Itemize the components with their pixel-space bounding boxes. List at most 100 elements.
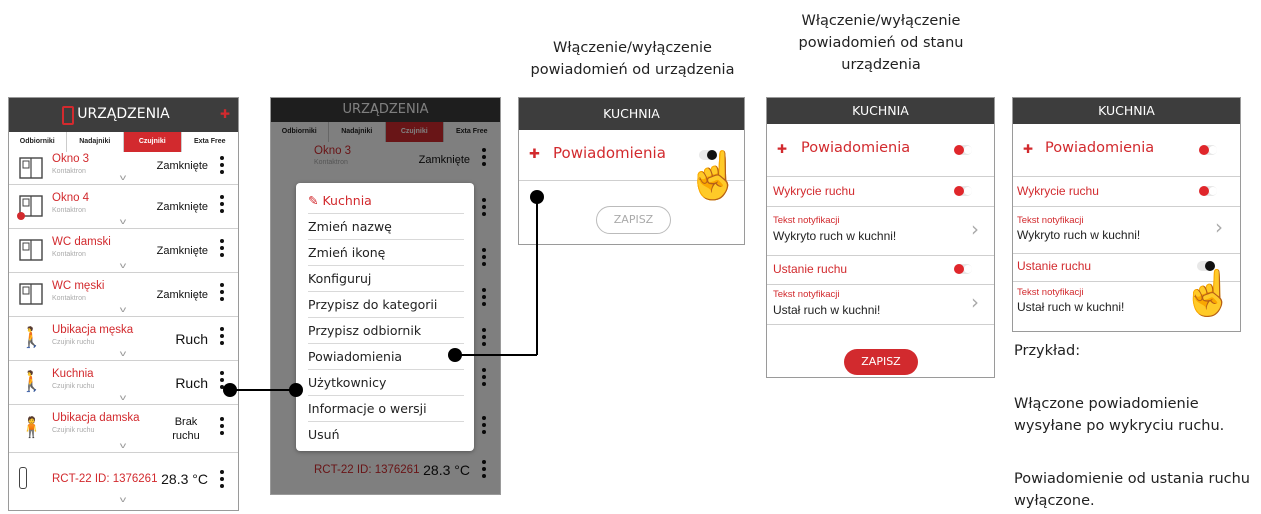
menu-item-version-info[interactable]: Informacje o wersji xyxy=(308,396,464,422)
motion-stopped-toggle[interactable] xyxy=(954,264,972,274)
tab-sensors[interactable]: Czujniki xyxy=(124,132,182,152)
menu-item-configure[interactable]: Konfiguruj xyxy=(308,266,464,292)
motion-text-row[interactable]: Tekst notyfikacji Wykryto ruch w kuchni!… xyxy=(1013,207,1240,254)
more-icon[interactable] xyxy=(220,195,224,216)
device-type: Kontaktron xyxy=(52,207,86,214)
device-state: Brak ruchu xyxy=(172,416,200,442)
notifications-row[interactable]: ✚ Powiadomienia xyxy=(767,124,994,177)
shield-icon: ✚ xyxy=(777,142,788,156)
device-state: Zamknięte xyxy=(156,245,208,257)
more-icon[interactable] xyxy=(220,470,224,491)
context-menu: ✎ Kuchnia Zmień nazwę Zmień ikonę Konfigu… xyxy=(296,183,474,451)
more-icon[interactable] xyxy=(220,156,224,177)
notifications-label: Powiadomienia xyxy=(553,144,666,162)
device-state: Ruch xyxy=(175,375,208,391)
menu-header: ✎ Kuchnia xyxy=(308,188,464,214)
menu-item-delete[interactable]: Usuń xyxy=(308,422,464,447)
chevron-right-icon[interactable]: › xyxy=(971,217,979,241)
list-item[interactable]: 🚶 Kuchnia Czujnik ruchu Ruch v xyxy=(9,361,238,405)
notification-text-label: Tekst notyfikacji xyxy=(1017,287,1084,298)
hand-pointer-icon: ☝ xyxy=(684,149,743,201)
connector-line xyxy=(536,197,538,355)
more-icon[interactable] xyxy=(220,283,224,304)
list-item[interactable]: 🧍 Ubikacja damska Czujnik ruchu Brak ruc… xyxy=(9,405,238,453)
device-state: Zamknięte xyxy=(156,160,208,172)
notifications-label: Powiadomienia xyxy=(1045,140,1155,156)
notification-text-label: Tekst notyfikacji xyxy=(773,215,840,226)
save-button[interactable]: ZAPISZ xyxy=(844,349,918,375)
notifications-toggle[interactable] xyxy=(1199,145,1217,155)
example-text-2: Powiadomienie od ustania ruchu wyłączone… xyxy=(1014,471,1250,509)
page-title: KUCHNIA xyxy=(852,103,909,118)
list-item[interactable]: Okno 3 Kontaktron Zamknięte v xyxy=(9,152,238,185)
notifications-screen-state: KUCHNIA ✚ Powiadomienia Wykrycie ruchu T… xyxy=(766,97,995,378)
shield-icon[interactable]: ✚ xyxy=(220,107,230,121)
device-state: Ruch xyxy=(175,331,208,347)
motion-stopped-row[interactable]: Ustanie ruchu xyxy=(767,255,994,285)
list-item[interactable]: RCT-22 ID: 1376261 28.3 °C v xyxy=(9,453,238,510)
notification-text-value: Wykryto ruch w kuchni! xyxy=(773,229,897,243)
motion-stopped-label: Ustanie ruchu xyxy=(1017,259,1092,273)
device-name: RCT-22 ID: 1376261 xyxy=(52,473,158,485)
chevron-right-icon[interactable]: › xyxy=(971,290,979,314)
menu-item-rename[interactable]: Zmień nazwę xyxy=(308,214,464,240)
page-title: KUCHNIA xyxy=(1098,103,1155,118)
device-name: Ubikacja damska xyxy=(52,412,140,424)
app-header: KUCHNIA xyxy=(1013,98,1240,124)
window-icon xyxy=(19,239,43,261)
app-header: KUCHNIA xyxy=(519,98,744,130)
menu-item-change-icon[interactable]: Zmień ikonę xyxy=(308,240,464,266)
chevron-down-icon[interactable]: v xyxy=(120,217,126,226)
notifications-label: Powiadomienia xyxy=(801,140,911,156)
list-item[interactable]: WC damski Kontaktron Zamknięte v xyxy=(9,229,238,273)
connector-dot xyxy=(448,348,462,362)
pencil-icon: ✎ xyxy=(308,193,319,208)
devices-screen: URZĄDZENIA ✚ Odbiorniki Nadajniki Czujni… xyxy=(8,97,239,511)
notifications-row[interactable]: ✚ Powiadomienia xyxy=(1013,124,1240,177)
chevron-down-icon[interactable]: v xyxy=(120,173,126,182)
stop-text-row[interactable]: Tekst notyfikacji Ustał ruch w kuchni! › xyxy=(767,284,994,325)
tab-exta-free[interactable]: Exta Free xyxy=(182,132,239,152)
tab-receivers[interactable]: Odbiorniki xyxy=(9,132,67,152)
chevron-down-icon[interactable]: v xyxy=(120,495,126,504)
motion-detected-row[interactable]: Wykrycie ruchu xyxy=(767,176,994,207)
more-icon[interactable] xyxy=(220,239,224,260)
save-button[interactable]: ZAPISZ xyxy=(596,206,671,234)
motion-detected-label: Wykrycie ruchu xyxy=(1017,184,1099,198)
chevron-right-icon[interactable]: › xyxy=(1215,215,1223,239)
standing-person-icon: 🧍 xyxy=(19,417,44,439)
window-icon xyxy=(19,283,43,305)
motion-detected-toggle[interactable] xyxy=(1199,186,1217,196)
motion-detected-row[interactable]: Wykrycie ruchu xyxy=(1013,176,1240,207)
motion-text-row[interactable]: Tekst notyfikacji Wykryto ruch w kuchni!… xyxy=(767,207,994,256)
more-icon[interactable] xyxy=(220,417,224,438)
motion-detected-toggle[interactable] xyxy=(954,186,972,196)
notification-text-value: Ustał ruch w kuchni! xyxy=(773,303,881,317)
tab-bar: Odbiorniki Nadajniki Czujniki Exta Free xyxy=(9,132,238,153)
menu-item-users[interactable]: Użytkownicy xyxy=(308,370,464,396)
chevron-down-icon[interactable]: v xyxy=(120,261,126,270)
chevron-down-icon[interactable]: v xyxy=(120,305,126,314)
more-icon[interactable] xyxy=(220,327,224,348)
notifications-toggle[interactable] xyxy=(954,145,972,155)
walking-person-icon: 🚶 xyxy=(19,327,44,349)
list-item[interactable]: 🚶 Ubikacja męska Czujnik ruchu Ruch v xyxy=(9,317,238,361)
device-type: Kontaktron xyxy=(52,251,86,258)
chevron-down-icon[interactable]: v xyxy=(120,441,126,450)
menu-item-assign-category[interactable]: Przypisz do kategorii xyxy=(308,292,464,318)
list-item[interactable]: Okno 4 Kontaktron Zamknięte v xyxy=(9,185,238,229)
tab-transmitters[interactable]: Nadajniki xyxy=(67,132,124,152)
chevron-down-icon[interactable]: v xyxy=(120,393,126,402)
device-name: WC damski xyxy=(52,236,111,248)
chevron-down-icon[interactable]: v xyxy=(120,349,126,358)
caption-device-notifications: Włączenie/wyłączenie powiadomień od urzą… xyxy=(530,40,735,78)
device-type: Kontaktron xyxy=(52,168,86,175)
motion-stopped-label: Ustanie ruchu xyxy=(773,262,848,276)
shield-icon: ✚ xyxy=(529,146,540,161)
list-item[interactable]: WC męski Kontaktron Zamknięte v xyxy=(9,273,238,317)
menu-item-notifications[interactable]: Powiadomienia xyxy=(308,344,464,370)
app-header: KUCHNIA xyxy=(767,98,994,124)
notifications-screen-example: KUCHNIA ✚ Powiadomienia Wykrycie ruchu T… xyxy=(1012,97,1241,332)
menu-item-assign-receiver[interactable]: Przypisz odbiornik xyxy=(308,318,464,344)
caption-state-notifications: Włączenie/wyłączenie powiadomień od stan… xyxy=(798,13,964,73)
